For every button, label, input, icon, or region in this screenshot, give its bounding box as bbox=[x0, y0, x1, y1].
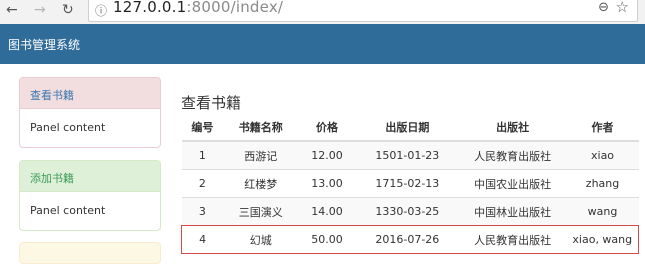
cell-publisher: 中国农业出版社 bbox=[458, 169, 567, 198]
url-path: :8000/index/ bbox=[186, 0, 284, 16]
panel-heading-label[interactable]: 查看书籍 bbox=[30, 87, 74, 103]
cell-date: 1330-03-25 bbox=[355, 197, 459, 226]
table-row-highlighted[interactable]: 4 幻城 50.00 2016-07-26 人民教育出版社 xiao, wang bbox=[181, 225, 639, 254]
browser-toolbar: ← → ↻ ⓘ 127.0.0.1:8000/index/ ⊖ ☆ bbox=[0, 0, 645, 25]
cell-id: 3 bbox=[181, 197, 224, 226]
cell-author: wang bbox=[566, 197, 639, 226]
cell-publisher: 中国林业出版社 bbox=[458, 197, 567, 226]
column-header-author: 作者 bbox=[566, 114, 639, 142]
books-table: 编号 书籍名称 价格 出版日期 出版社 作者 1 西游记 12.00 1501-… bbox=[181, 114, 639, 254]
column-header-price: 价格 bbox=[298, 114, 356, 142]
cell-author: xiao, wang bbox=[566, 225, 639, 254]
column-header-publisher: 出版社 bbox=[458, 114, 567, 142]
page-title: 查看书籍 bbox=[181, 94, 242, 112]
cell-publisher: 人民教育出版社 bbox=[458, 140, 567, 170]
cell-publisher: 人民教育出版社 bbox=[458, 225, 567, 254]
cell-name: 幻城 bbox=[223, 225, 299, 254]
table-header-row: 编号 书籍名称 价格 出版日期 出版社 作者 bbox=[181, 114, 639, 142]
cell-id: 4 bbox=[181, 225, 224, 254]
panel-heading: 查看书籍 bbox=[20, 78, 160, 109]
cell-id: 2 bbox=[181, 169, 224, 198]
cell-name: 西游记 bbox=[223, 140, 299, 170]
cell-date: 2016-07-26 bbox=[355, 225, 459, 254]
table-row[interactable]: 3 三国演义 14.00 1330-03-25 中国林业出版社 wang bbox=[181, 197, 639, 226]
panel-body: Panel content bbox=[20, 192, 160, 230]
table-row[interactable]: 2 红楼梦 13.00 1715-02-13 中国农业出版社 zhang bbox=[181, 169, 639, 198]
cell-date: 1501-01-23 bbox=[355, 140, 459, 170]
zoom-icon[interactable]: ⊖ bbox=[598, 0, 609, 15]
cell-price: 12.00 bbox=[298, 140, 356, 170]
address-bar[interactable]: ⓘ 127.0.0.1:8000/index/ ⊖ ☆ bbox=[88, 0, 638, 22]
forward-icon[interactable]: → bbox=[34, 1, 46, 19]
cell-price: 13.00 bbox=[298, 169, 356, 198]
app-brand[interactable]: 图书管理系统 bbox=[8, 36, 80, 53]
cell-date: 1715-02-13 bbox=[355, 169, 459, 198]
info-icon[interactable]: ⓘ bbox=[95, 2, 107, 19]
cell-author: zhang bbox=[566, 169, 639, 198]
reload-icon[interactable]: ↻ bbox=[62, 1, 74, 19]
bookmark-star-icon[interactable]: ☆ bbox=[616, 0, 629, 16]
table-row[interactable]: 1 西游记 12.00 1501-01-23 人民教育出版社 xiao bbox=[181, 140, 639, 170]
panel-body-text: Panel content bbox=[30, 121, 106, 134]
cell-id: 1 bbox=[181, 140, 224, 170]
column-header-id: 编号 bbox=[181, 114, 224, 142]
panel-heading-label[interactable]: 添加书籍 bbox=[30, 170, 74, 186]
panel-view-books: 查看书籍 Panel content bbox=[19, 77, 161, 148]
panel-partial bbox=[19, 242, 161, 264]
cell-price: 14.00 bbox=[298, 197, 356, 226]
app-navbar: 图书管理系统 bbox=[0, 24, 645, 64]
url-text: 127.0.0.1:8000/index/ bbox=[113, 0, 283, 16]
panel-heading: 添加书籍 bbox=[20, 161, 160, 192]
cell-name: 红楼梦 bbox=[223, 169, 299, 198]
url-host: 127.0.0.1 bbox=[113, 0, 187, 16]
panel-body: Panel content bbox=[20, 109, 160, 147]
cell-name: 三国演义 bbox=[223, 197, 299, 226]
cell-author: xiao bbox=[566, 140, 639, 170]
cell-price: 50.00 bbox=[298, 225, 356, 254]
column-header-date: 出版日期 bbox=[355, 114, 459, 142]
panel-add-book: 添加书籍 Panel content bbox=[19, 160, 161, 231]
back-icon[interactable]: ← bbox=[6, 1, 18, 19]
panel-body-text: Panel content bbox=[30, 204, 106, 217]
column-header-name: 书籍名称 bbox=[223, 114, 299, 142]
